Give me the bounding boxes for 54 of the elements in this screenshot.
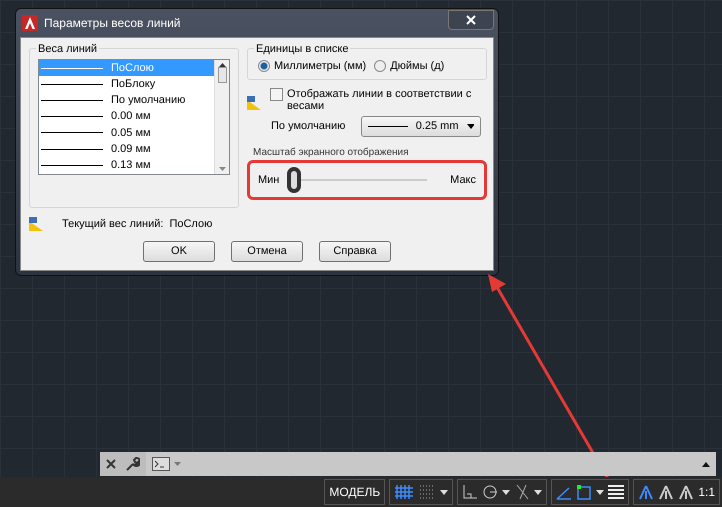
wrench-icon[interactable]: [124, 456, 140, 472]
object-snap-icon[interactable]: [576, 484, 592, 500]
lineweight-item[interactable]: 0.05 мм: [39, 124, 214, 141]
caret-icon[interactable]: [534, 490, 542, 494]
lineweight-icon: [247, 96, 262, 110]
lineweight-item[interactable]: 0.00 мм: [39, 108, 214, 125]
default-lineweight-dropdown[interactable]: 0.25 mm: [361, 116, 482, 138]
model-tab[interactable]: МОДЕЛЬ: [324, 479, 386, 505]
current-lineweight-value: ПоСлою: [169, 217, 212, 232]
caret-icon[interactable]: [596, 490, 604, 494]
polar-icon[interactable]: [482, 484, 498, 500]
radio-label: Миллиметры (мм): [274, 59, 366, 74]
radio-label: Дюймы (д): [390, 59, 444, 74]
checkbox-label: Отображать линии в соответствии с весами: [287, 88, 472, 112]
radio-button[interactable]: [374, 60, 386, 72]
dialog-button[interactable]: OK: [143, 240, 215, 262]
annotation-visibility-icon[interactable]: [658, 484, 674, 500]
lineweight-toggle-icon[interactable]: [608, 485, 624, 499]
caret-icon[interactable]: [440, 490, 448, 494]
window-title: Параметры весов линий: [44, 15, 180, 32]
scale-slider[interactable]: [287, 165, 428, 196]
scale-value[interactable]: 1:1: [698, 483, 715, 501]
scrollbar[interactable]: [214, 60, 229, 174]
caret-icon: [466, 124, 474, 130]
max-label: Макс: [450, 172, 476, 188]
min-label: Мин: [258, 172, 280, 188]
expand-icon[interactable]: [702, 462, 710, 466]
lineweight-icon: [29, 217, 44, 232]
dialog-button[interactable]: Отмена: [231, 240, 303, 262]
lineweight-item[interactable]: ПоБлоку: [39, 76, 214, 92]
osnap-icon[interactable]: [514, 484, 530, 500]
checkbox[interactable]: [270, 88, 283, 101]
slider-thumb[interactable]: [287, 167, 302, 194]
ortho-icon[interactable]: [462, 484, 478, 500]
scroll-down-icon[interactable]: [218, 167, 226, 171]
scale-label: Масштаб экранного отображения: [252, 146, 410, 160]
annotation-autoscale-icon[interactable]: [678, 484, 694, 500]
prompt-icon: [152, 457, 170, 471]
current-lineweight-label: Текущий вес линий:: [62, 217, 164, 232]
lineweight-item[interactable]: 0.13 мм: [39, 157, 214, 174]
close-icon: [466, 15, 476, 25]
close-button[interactable]: [448, 10, 494, 30]
lineweight-item[interactable]: По умолчанию: [39, 92, 214, 109]
default-label: По умолчанию: [271, 119, 346, 134]
app-logo-icon: [22, 15, 38, 31]
caret-icon[interactable]: [502, 490, 510, 494]
annotation-scale-icon[interactable]: [638, 484, 654, 500]
group-title: Единицы в списке: [254, 41, 350, 58]
dialog-button[interactable]: Справка: [319, 240, 391, 262]
grid-icon[interactable]: [394, 483, 414, 501]
close-icon[interactable]: [104, 457, 118, 471]
scrollbar-thumb[interactable]: [218, 67, 226, 83]
radio-button[interactable]: [258, 60, 270, 72]
lineweight-item[interactable]: 0.09 мм: [39, 140, 214, 158]
